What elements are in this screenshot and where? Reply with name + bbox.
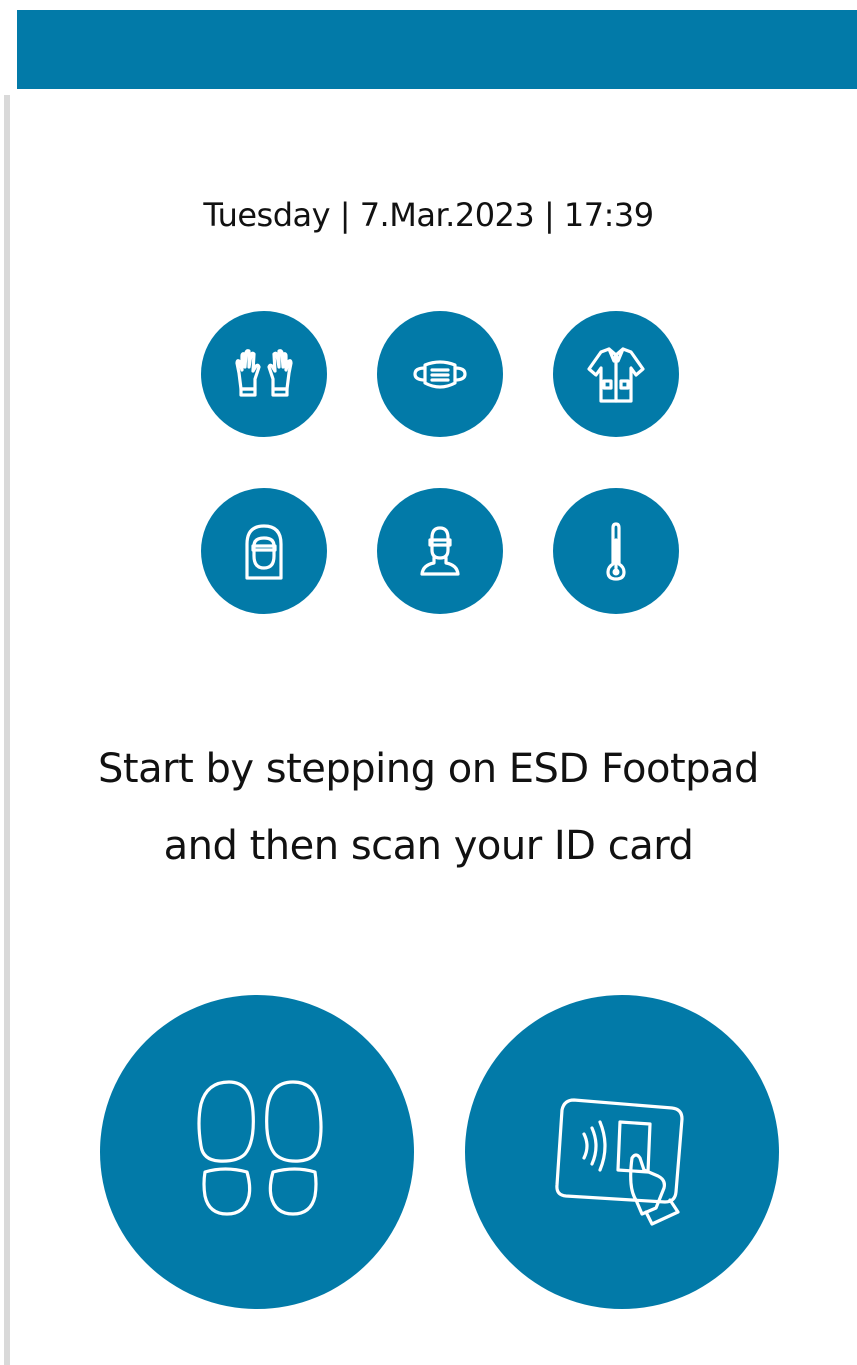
cleanroom-coat-icon-circle xyxy=(553,311,679,437)
cleanroom-coat-icon xyxy=(587,347,645,403)
scrollbar[interactable] xyxy=(4,95,10,1365)
thermometer-icon-circle xyxy=(553,488,679,614)
id-card-scan-button[interactable] xyxy=(465,995,779,1309)
face-mask-icon xyxy=(413,360,467,389)
esd-footpad-button[interactable] xyxy=(100,995,414,1309)
face-mask-icon-circle xyxy=(377,311,503,437)
instruction-line-1: Start by stepping on ESD Footpad xyxy=(98,746,759,792)
footprints-icon xyxy=(197,1080,323,1216)
safety-goggles-icon xyxy=(420,526,460,576)
header-bar xyxy=(17,10,857,89)
date-time-display: Tuesday | 7.Mar.2023 | 17:39 xyxy=(203,196,654,234)
id-card-scan-icon xyxy=(555,1098,684,1226)
gloves-icon-circle xyxy=(201,311,327,437)
gloves-icon xyxy=(235,349,293,397)
safety-goggles-icon-circle xyxy=(377,488,503,614)
kiosk-screen: Tuesday | 7.Mar.2023 | 17:39 Start by st… xyxy=(0,0,857,1365)
instruction-line-2: and then scan your ID card xyxy=(163,823,694,869)
thermometer-icon xyxy=(606,522,626,581)
hood-icon-circle xyxy=(201,488,327,614)
hood-icon xyxy=(245,524,283,580)
